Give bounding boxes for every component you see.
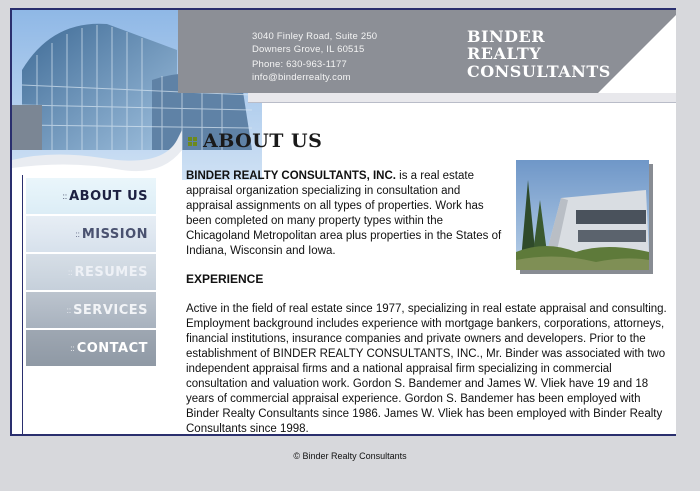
- nav-bullet-icon: ::: [75, 229, 80, 239]
- intro-text: is a real estate appraisal organization …: [186, 170, 502, 257]
- nav-border: [22, 175, 23, 435]
- page-title-text: ABOUT US: [203, 130, 323, 152]
- experience-heading: EXPERIENCE: [186, 272, 264, 286]
- nav-item-contact[interactable]: :: CONTACT: [26, 330, 156, 366]
- nav-item-resumes[interactable]: :: RESUMES: [26, 254, 156, 290]
- address-line-2: Downers Grove, IL 60515: [252, 44, 365, 55]
- page-title: ABOUT US: [188, 130, 322, 152]
- nav-item-services[interactable]: :: SERVICES: [26, 292, 156, 328]
- logo-line-consultants: CONSULTANTS: [467, 62, 611, 81]
- title-bullet-icon: [188, 136, 197, 146]
- footer-copyright: © Binder Realty Consultants: [293, 451, 407, 461]
- page-frame: 3040 Finley Road, Suite 250 Downers Grov…: [10, 8, 676, 436]
- header-divider: [248, 93, 676, 103]
- nav-item-about-us[interactable]: :: ABOUT US: [26, 178, 156, 214]
- email-address[interactable]: info@binderrealty.com: [252, 72, 351, 83]
- nav-label-services: SERVICES: [73, 302, 148, 318]
- office-building-photo: [516, 160, 653, 274]
- logo-line-realty: REALTY: [467, 44, 542, 63]
- main-navigation: :: ABOUT US :: MISSION :: RESUMES :: SER…: [26, 178, 156, 368]
- address-line-1: 3040 Finley Road, Suite 250: [252, 31, 378, 42]
- nav-bullet-icon: ::: [66, 305, 72, 315]
- nav-label-about-us: ABOUT US: [69, 188, 148, 204]
- intro-paragraph: BINDER REALTY CONSULTANTS, INC. is a rea…: [186, 169, 508, 259]
- phone-number: Phone: 630-963-1177: [252, 59, 348, 70]
- nav-item-mission[interactable]: :: MISSION: [26, 216, 156, 252]
- frame-bottom-border: [10, 434, 676, 436]
- nav-label-mission: MISSION: [81, 226, 148, 242]
- nav-label-contact: CONTACT: [76, 340, 148, 356]
- nav-bullet-icon: ::: [68, 267, 73, 277]
- nav-bullet-icon: ::: [70, 343, 75, 353]
- company-name: BINDER REALTY CONSULTANTS, INC.: [186, 170, 396, 182]
- nav-bullet-icon: ::: [62, 191, 68, 201]
- nav-label-resumes: RESUMES: [74, 264, 148, 280]
- experience-paragraph: Active in the field of real estate since…: [186, 303, 667, 435]
